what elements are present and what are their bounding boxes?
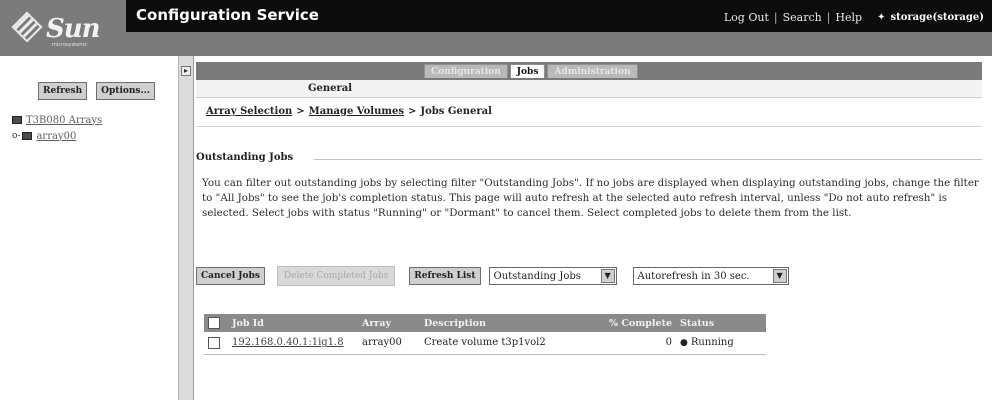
cancel-jobs-button[interactable]: Cancel Jobs <box>196 267 265 285</box>
tree-item-array-group[interactable]: T3B080 Arrays <box>12 112 102 128</box>
masthead: Sun microsystems Configuration Service L… <box>0 0 992 56</box>
divider <box>196 126 982 127</box>
job-id-link[interactable]: 192.168.0.40.1:1ig1.8 <box>232 337 344 348</box>
array-cell: array00 <box>358 332 420 355</box>
breadcrumb: Array Selection > Manage Volumes > Jobs … <box>206 106 492 117</box>
subtab-row: General <box>196 80 982 98</box>
nav-toolbar: Refresh Options... <box>38 82 155 100</box>
tree-item-array[interactable]: o- array00 <box>12 128 102 144</box>
sun-logo[interactable]: Sun microsystems <box>0 0 126 56</box>
column-header-complete[interactable]: % Complete <box>580 314 676 332</box>
dropdown-arrow-icon[interactable]: ▼ <box>600 269 615 283</box>
table-header-row: Job Id Array Description % Complete Stat… <box>204 314 766 332</box>
status-cell: ● Running <box>676 332 766 355</box>
array-icon <box>22 132 33 140</box>
search-link[interactable]: Search <box>783 11 822 24</box>
status-text: Running <box>690 337 734 349</box>
array-tree: T3B080 Arrays o- array00 <box>12 112 102 144</box>
user-icon: ✦ <box>877 12 886 23</box>
job-controls: Cancel Jobs Delete Completed Jobs Refres… <box>196 266 789 286</box>
column-header-array[interactable]: Array <box>358 314 420 332</box>
delete-completed-jobs-button[interactable]: Delete Completed Jobs <box>276 266 396 286</box>
refresh-button[interactable]: Refresh <box>38 82 88 100</box>
tab-jobs[interactable]: Jobs <box>509 64 546 78</box>
column-header-status[interactable]: Status <box>676 314 766 332</box>
options-button[interactable]: Options... <box>96 82 155 100</box>
dropdown-arrow-icon[interactable]: ▼ <box>772 269 787 283</box>
select-all-checkbox[interactable] <box>208 317 220 329</box>
app-title: Configuration Service <box>136 6 319 24</box>
row-checkbox[interactable] <box>208 336 220 349</box>
refresh-list-button[interactable]: Refresh List <box>409 267 481 285</box>
complete-cell: 0 <box>580 332 676 355</box>
array-group-icon <box>12 116 22 124</box>
logo-subtext: microsystems <box>52 42 87 48</box>
top-links: Log Out | Search | Help ✦ storage(storag… <box>724 11 984 24</box>
autorefresh-select[interactable]: Autorefresh in 30 sec. ▼ <box>632 267 789 285</box>
tab-configuration[interactable]: Configuration <box>424 64 508 78</box>
navigation-panel: Refresh Options... T3B080 Arrays o- arra… <box>0 56 178 400</box>
help-link[interactable]: Help <box>835 11 862 24</box>
job-id-cell: 192.168.0.40.1:1ig1.8 <box>228 332 358 355</box>
subtab-general[interactable]: General <box>308 83 352 94</box>
job-filter-value: Outstanding Jobs <box>493 270 581 282</box>
breadcrumb-separator: > <box>296 106 305 117</box>
link-separator: | <box>773 11 778 24</box>
table-row: 192.168.0.40.1:1ig1.8 array00 Create vol… <box>204 332 766 355</box>
tree-expand-icon[interactable]: o- <box>12 131 20 141</box>
logo-text: Sun <box>46 14 101 44</box>
main-content: Configuration Jobs Administration Genera… <box>196 56 992 400</box>
description-cell: Create volume t3p1vol2 <box>420 332 580 355</box>
breadcrumb-separator: > <box>407 106 417 117</box>
collapse-arrow-icon[interactable]: ▸ <box>181 66 191 76</box>
select-all-header[interactable] <box>204 314 228 332</box>
row-select-cell <box>204 332 228 355</box>
autorefresh-value: Autorefresh in 30 sec. <box>637 270 750 282</box>
sun-diamond-icon <box>11 11 43 43</box>
link-separator: | <box>826 11 831 24</box>
section-description: You can filter out outstanding jobs by s… <box>202 177 979 219</box>
tab-administration[interactable]: Administration <box>547 64 638 78</box>
panel-splitter[interactable]: ▸ <box>178 56 194 400</box>
running-status-icon: ● <box>680 338 688 349</box>
jobs-table: Job Id Array Description % Complete Stat… <box>204 314 766 355</box>
logout-link[interactable]: Log Out <box>724 11 769 24</box>
breadcrumb-array-selection[interactable]: Array Selection <box>206 106 292 117</box>
section-title: Outstanding Jobs <box>196 152 294 163</box>
column-header-job-id[interactable]: Job Id <box>228 314 358 332</box>
job-filter-select[interactable]: Outstanding Jobs ▼ <box>488 267 617 285</box>
column-header-description[interactable]: Description <box>420 314 580 332</box>
user-name: storage(storage) <box>890 12 984 23</box>
breadcrumb-current: Jobs General <box>420 106 492 117</box>
divider <box>314 159 982 160</box>
tabs: Configuration Jobs Administration <box>424 64 638 78</box>
breadcrumb-manage-volumes[interactable]: Manage Volumes <box>309 106 404 117</box>
tree-item-label[interactable]: array00 <box>36 131 76 142</box>
tree-item-label[interactable]: T3B080 Arrays <box>26 115 102 126</box>
